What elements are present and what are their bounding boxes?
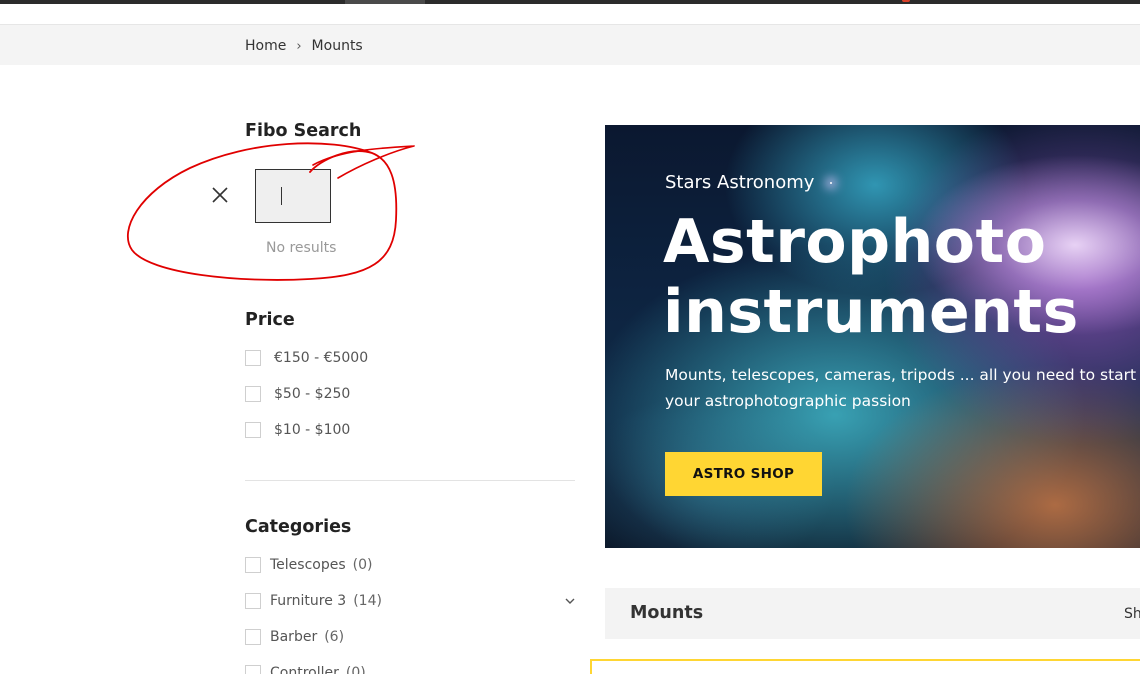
category-label: Barber xyxy=(270,629,318,645)
price-option[interactable]: $50 - $250 xyxy=(245,386,350,402)
price-checkbox[interactable] xyxy=(245,350,261,366)
chevron-right-icon: › xyxy=(296,38,302,54)
category-item[interactable]: Furniture 3 (14) xyxy=(245,593,382,609)
category-checkbox[interactable] xyxy=(245,557,261,573)
category-count: (14) xyxy=(353,593,382,609)
hero-title: Astrophoto instruments xyxy=(663,207,1079,347)
breadcrumb-home[interactable]: Home xyxy=(245,38,286,54)
breadcrumb-bar: Home › Mounts xyxy=(0,24,1140,65)
listing-show-control[interactable]: Sh xyxy=(1124,606,1140,622)
nav-active-segment xyxy=(345,0,425,4)
category-item[interactable]: Barber (6) xyxy=(245,629,344,645)
search-widget-title: Fibo Search xyxy=(245,121,362,141)
star-sparkle xyxy=(830,182,832,184)
breadcrumb-current: Mounts xyxy=(311,38,363,54)
category-count: (6) xyxy=(324,629,345,645)
price-checkbox[interactable] xyxy=(245,386,261,402)
text-caret xyxy=(281,187,282,205)
listing-header: Mounts Sh xyxy=(605,588,1140,639)
price-checkbox[interactable] xyxy=(245,422,261,438)
category-checkbox[interactable] xyxy=(245,629,261,645)
category-item[interactable]: Controller (0) xyxy=(245,665,366,674)
category-label: Controller xyxy=(270,665,339,674)
product-card-highlight xyxy=(590,659,1140,674)
hero-eyebrow: Stars Astronomy xyxy=(665,172,815,193)
category-count: (0) xyxy=(345,665,366,674)
category-item[interactable]: Telescopes (0) xyxy=(245,557,372,573)
search-input[interactable] xyxy=(255,169,331,223)
category-count: (0) xyxy=(352,557,373,573)
listing-title: Mounts xyxy=(630,603,704,623)
close-icon[interactable] xyxy=(210,185,230,205)
chevron-down-icon[interactable] xyxy=(563,595,577,607)
sidebar-divider xyxy=(245,480,575,481)
category-checkbox[interactable] xyxy=(245,593,261,609)
categories-title: Categories xyxy=(245,517,352,537)
category-label: Furniture 3 xyxy=(270,593,347,609)
hero-description: Mounts, telescopes, cameras, tripods ...… xyxy=(665,366,1140,410)
price-filter-title: Price xyxy=(245,310,295,330)
price-option-label: $10 - $100 xyxy=(274,422,351,438)
category-label: Telescopes xyxy=(270,557,346,573)
top-nav-bar xyxy=(0,0,1140,4)
no-results-message: No results xyxy=(266,240,337,256)
category-checkbox[interactable] xyxy=(245,665,261,674)
cart-badge xyxy=(902,0,910,2)
breadcrumb: Home › Mounts xyxy=(245,38,363,54)
hero-banner: Stars Astronomy Astrophoto instruments M… xyxy=(605,125,1140,548)
price-option[interactable]: $10 - $100 xyxy=(245,422,350,438)
price-option[interactable]: €150 - €5000 xyxy=(245,350,368,366)
astro-shop-button[interactable]: ASTRO SHOP xyxy=(665,452,822,496)
price-option-label: €150 - €5000 xyxy=(274,350,369,366)
price-option-label: $50 - $250 xyxy=(274,386,351,402)
